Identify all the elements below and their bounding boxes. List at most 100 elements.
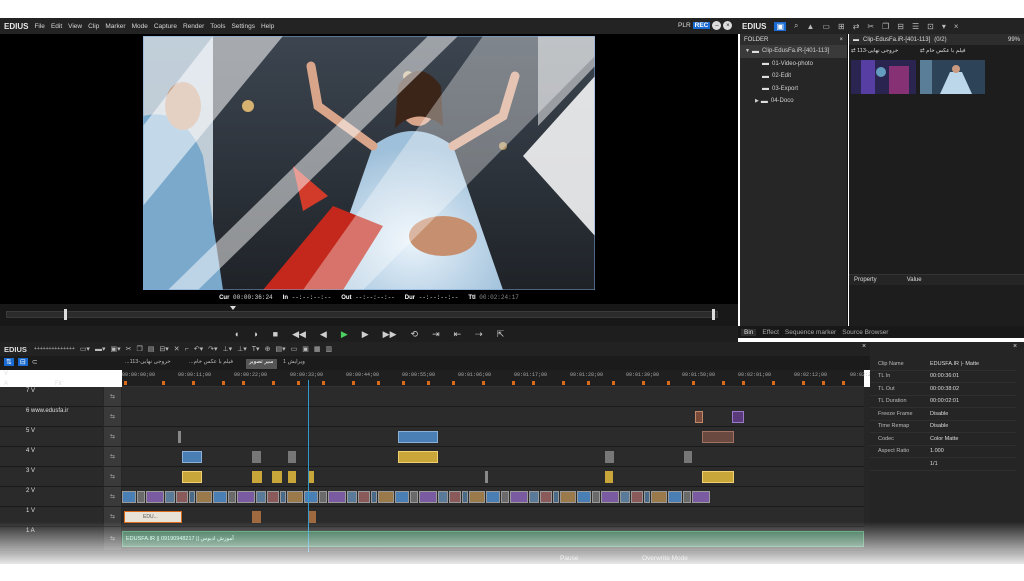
timeline-clip[interactable] (644, 491, 650, 503)
timeline-clip[interactable] (620, 491, 630, 503)
timeline-clip[interactable] (485, 471, 488, 483)
ruler-marker[interactable] (297, 381, 300, 385)
timeline-clip[interactable] (702, 431, 734, 443)
timeline-clip[interactable] (228, 491, 236, 503)
timeline-clip[interactable] (328, 491, 346, 503)
info-close-icon[interactable]: × (1013, 343, 1017, 350)
timeline-clip[interactable] (189, 491, 195, 503)
track-toggle-icon[interactable]: ⇆ (104, 447, 121, 467)
folder-view-icon[interactable]: ▣ (774, 21, 787, 31)
timeline-clip[interactable] (592, 491, 600, 503)
tree-item-root[interactable]: ▼ ▬ Clip-EdusFa.iR-[401-113] (740, 45, 847, 58)
ruler-marker[interactable] (124, 381, 127, 385)
timeline-clip[interactable] (288, 451, 296, 463)
ruler-marker[interactable] (322, 381, 325, 385)
menu-view[interactable]: View (68, 23, 82, 30)
clip-thumbnail-1[interactable] (851, 60, 916, 94)
mixer-icon[interactable]: ▤▾ (275, 345, 285, 353)
fast-forward-icon[interactable]: ▶▶ (383, 329, 397, 340)
ruler-marker[interactable] (452, 381, 455, 385)
track-toggle-icon[interactable]: ⇆ (104, 467, 121, 487)
timeline-clip[interactable] (176, 491, 188, 503)
menu-file[interactable]: File (34, 23, 44, 30)
add-clip-icon[interactable]: ⊞ (838, 22, 845, 31)
new-folder-icon[interactable]: ▭ (822, 22, 830, 31)
render-icon[interactable]: ⊕ (265, 345, 271, 353)
timeline-clip[interactable] (692, 491, 710, 503)
track-header-5v[interactable]: 5 V (0, 427, 103, 447)
delete-icon[interactable]: ⊟ (897, 22, 904, 31)
loop-icon[interactable]: ⟲ (411, 329, 419, 340)
track-header-1v[interactable]: 1 V (0, 507, 103, 527)
tab-sequence-marker[interactable]: Sequence marker (785, 329, 836, 336)
title-icon[interactable]: T▾ (252, 345, 260, 353)
replace-icon[interactable]: ⊟▾ (159, 345, 168, 353)
timeline-clip[interactable] (560, 491, 576, 503)
rec-toggle[interactable]: REC (692, 22, 711, 29)
tree-expander[interactable]: ▼ (745, 48, 750, 54)
new-sequence-icon[interactable]: ▭▾ (80, 345, 90, 353)
timeline-clip[interactable] (486, 491, 500, 503)
timeline-clip[interactable] (137, 491, 145, 503)
timeline-clip[interactable] (540, 491, 552, 503)
ruler-marker[interactable] (642, 381, 645, 385)
ruler-marker[interactable] (512, 381, 515, 385)
save-icon[interactable]: ▣▾ (110, 345, 120, 353)
tree-item-export[interactable]: ▬ 03-Export (740, 83, 847, 96)
paste-icon[interactable]: ▤ (148, 345, 155, 353)
ruler-marker[interactable] (667, 381, 670, 385)
cut-icon[interactable]: ✂ (126, 345, 132, 353)
track-lane-3v[interactable] (122, 467, 864, 487)
track-header-7v[interactable]: 7 V (0, 387, 103, 407)
timeline-clip[interactable] (182, 451, 202, 463)
timeline-clip[interactable] (702, 471, 734, 483)
timeline-clip[interactable] (319, 491, 327, 503)
timeline-clip[interactable] (358, 491, 370, 503)
menu-render[interactable]: Render (183, 23, 204, 30)
track-lane-4v[interactable] (122, 447, 864, 467)
view-mode-icon[interactable]: ⊡ (927, 22, 934, 31)
track-toggle-icon[interactable]: ⇆ (104, 427, 121, 447)
ruler-marker[interactable] (692, 381, 695, 385)
timeline-clip[interactable] (288, 471, 296, 483)
timeline-clip[interactable] (122, 491, 136, 503)
timeline-clip-title[interactable]: EDU... (124, 511, 182, 523)
tree-expander[interactable]: ▶ (755, 98, 759, 104)
timeline-playhead[interactable] (308, 380, 309, 570)
timeline-clip[interactable] (501, 491, 509, 503)
ruler-marker[interactable] (427, 381, 430, 385)
timeline-clip[interactable] (438, 491, 448, 503)
tree-item-doco[interactable]: ▶ ▬ 04-Doco (740, 95, 847, 108)
timeline-clip[interactable] (280, 491, 286, 503)
timeline-clip[interactable] (684, 451, 692, 463)
ruler-marker[interactable] (772, 381, 775, 385)
timeline-clip[interactable] (631, 491, 643, 503)
timeline-clip[interactable] (398, 451, 438, 463)
timeline-clip[interactable] (272, 471, 282, 483)
scene-icon[interactable]: ▦ (314, 345, 321, 353)
track-header-6[interactable]: 6 www.edusfa.ir (0, 407, 103, 427)
ruler-marker[interactable] (377, 381, 380, 385)
properties-icon[interactable]: ☰ (912, 22, 919, 31)
ruler-marker[interactable] (532, 381, 535, 385)
ruler-marker[interactable] (587, 381, 590, 385)
copy-icon[interactable]: ❐ (136, 345, 142, 353)
step-back-icon[interactable]: ◀ (320, 329, 327, 340)
timeline-clip[interactable] (165, 491, 175, 503)
timeline-clip[interactable] (378, 491, 394, 503)
scrub-track[interactable] (6, 311, 718, 318)
track-toggle-icon[interactable]: ⇆ (104, 387, 121, 407)
ruler-marker[interactable] (162, 381, 165, 385)
copy-icon[interactable]: ❐ (882, 22, 889, 31)
timeline-clip[interactable] (287, 491, 303, 503)
track-lane-2v[interactable] (122, 487, 864, 507)
ruler-marker[interactable] (722, 381, 725, 385)
ruler-marker[interactable] (352, 381, 355, 385)
open-project-icon[interactable]: ▬▾ (95, 345, 106, 353)
next-edit-icon[interactable]: ⇢ (475, 329, 483, 340)
timeline-clip[interactable] (182, 471, 202, 483)
timeline-clip[interactable] (651, 491, 667, 503)
menu-marker[interactable]: Marker (105, 23, 125, 30)
track-header-2v[interactable]: 2 V (0, 487, 103, 507)
timeline-clip[interactable] (237, 491, 255, 503)
